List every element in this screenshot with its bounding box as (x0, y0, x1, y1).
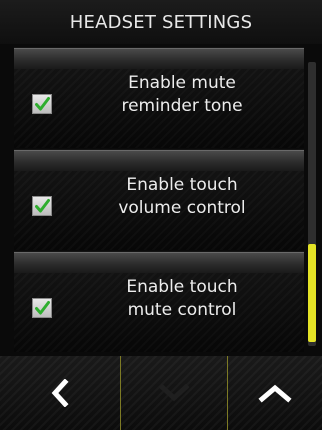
checkmark-icon (35, 301, 50, 315)
row-header-bevel (14, 48, 304, 69)
setting-label-line: Enable touch (126, 277, 238, 297)
bottom-navigation-bar (0, 356, 322, 430)
checkbox-touch-volume-control[interactable] (32, 196, 52, 216)
checkbox-mute-reminder-tone[interactable] (32, 94, 52, 114)
setting-label-line: Enable mute (128, 73, 236, 93)
scrollbar-track[interactable] (308, 62, 316, 346)
back-button[interactable] (0, 356, 120, 430)
setting-label-line: reminder tone (121, 96, 243, 116)
title-bar: HEADSET SETTINGS (0, 0, 322, 44)
scroll-down-button[interactable] (120, 356, 228, 430)
setting-label: Enable touch volume control (72, 174, 292, 220)
checkbox-touch-mute-control[interactable] (32, 298, 52, 318)
setting-label: Enable touch mute control (72, 276, 292, 322)
headset-settings-screen: HEADSET SETTINGS Enable mute reminder to… (0, 0, 322, 430)
setting-row-touch-mute-control[interactable]: Enable touch mute control (14, 252, 304, 352)
scrollbar-thumb[interactable] (308, 244, 316, 342)
setting-label: Enable mute reminder tone (72, 72, 292, 118)
setting-label-line: Enable touch (126, 175, 238, 195)
setting-label-line: volume control (118, 198, 246, 218)
page-title: HEADSET SETTINGS (69, 11, 253, 33)
checkmark-icon (35, 199, 50, 213)
setting-row-mute-reminder-tone[interactable]: Enable mute reminder tone (14, 48, 304, 148)
setting-label-line: mute control (127, 300, 237, 320)
setting-row-touch-volume-control[interactable]: Enable touch volume control (14, 150, 304, 250)
chevron-down-icon (159, 384, 189, 402)
chevron-left-icon (51, 379, 69, 407)
checkmark-icon (35, 97, 50, 111)
row-header-bevel (14, 252, 304, 273)
scroll-up-button[interactable] (228, 356, 322, 430)
row-header-bevel (14, 150, 304, 171)
chevron-up-icon (258, 384, 292, 403)
